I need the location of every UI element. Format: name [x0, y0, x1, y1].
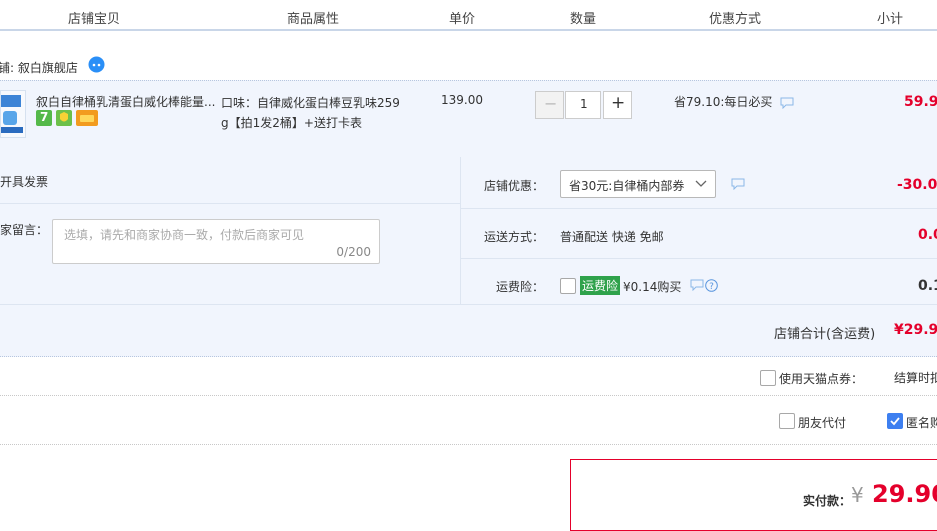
payment-currency: ¥ [851, 483, 864, 507]
checkmark-icon [890, 417, 900, 426]
anonymous-purchase-label: 匿名购 [906, 416, 937, 430]
column-header-quantity: 数量 [570, 12, 597, 27]
settlement-deduct-label: 结算时扣 [894, 371, 937, 385]
tmall-points-checkbox[interactable] [760, 370, 776, 386]
promo-info-chat-icon[interactable] [780, 97, 794, 109]
promotion-text: 省79.10:每日必买 [674, 95, 773, 109]
payment-label: 实付款： [803, 494, 852, 508]
friend-pay-checkbox[interactable] [779, 413, 795, 429]
shop-total-amount: ¥29.9 [894, 322, 937, 338]
item-subtotal: 59.9 [904, 94, 937, 110]
payment-amount: 29.90 [872, 480, 937, 508]
message-char-counter: 0/200 [336, 245, 371, 259]
product-attribute-line-1: 口味：自律威化蛋白棒豆乳味259 [221, 96, 400, 110]
shipping-method: 普通配送 快递 免邮 [560, 230, 664, 244]
shop-discount-amount: -30.0 [897, 177, 937, 193]
shipping-insurance-tag: 运费险 [580, 276, 621, 295]
shop-name[interactable]: 铺: 叙白旗舰店 [0, 59, 78, 76]
header-divider [823, 26, 825, 29]
form-row-divider [461, 258, 937, 259]
column-header-item: 店铺宝贝 [68, 12, 121, 27]
shipping-insurance-amount: 0.1 [918, 278, 937, 294]
product-thumbnail[interactable] [0, 90, 26, 138]
form-row-divider [461, 208, 937, 209]
quantity-value: 1 [580, 97, 588, 111]
shipping-label: 运送方式： [484, 230, 545, 244]
svg-text:?: ? [709, 282, 714, 292]
seven-day-return-icon: 7 [36, 110, 52, 126]
header-divider [643, 26, 645, 29]
discount-info-chat-icon[interactable] [731, 178, 745, 190]
quantity-plus-button[interactable]: + [603, 91, 632, 119]
shop-total-label: 店铺合计(含运费) [774, 327, 876, 342]
form-column-divider [460, 157, 461, 304]
minus-label: − [544, 94, 558, 113]
friend-pay-label: 朋友代付 [798, 416, 847, 430]
product-title[interactable]: 叙白自律桶乳清蛋白威化棒能量... [36, 93, 215, 110]
unit-price: 139.00 [441, 93, 483, 107]
shipping-insurance-checkbox[interactable] [560, 278, 576, 294]
header-divider [521, 26, 523, 29]
column-header-unit-price: 单价 [449, 12, 476, 27]
quantity-minus-button[interactable]: − [535, 91, 564, 119]
anonymous-purchase-checkbox[interactable] [887, 413, 903, 429]
insurance-chat-icon[interactable] [690, 279, 704, 291]
shipping-insurance-price: ¥0.14购买 [623, 280, 682, 294]
options-divider [0, 444, 937, 445]
shipping-insurance-label: 运费险： [496, 280, 545, 294]
guarantee-icon [56, 110, 72, 126]
invoice-label[interactable]: 开具发票 [0, 173, 48, 190]
options-divider [0, 395, 937, 396]
column-header-subtotal: 小计 [877, 12, 904, 27]
help-question-icon[interactable]: ? [705, 279, 718, 292]
tmall-points-label: 使用天猫点券： [779, 372, 864, 386]
form-row-divider [0, 304, 937, 305]
seller-message-textarea[interactable]: 选填，请先和商家协商一致，付款后商家可见 0/200 [52, 219, 380, 264]
shop-discount-selected: 省30元:自律桶内部券 [569, 179, 685, 193]
column-header-discount: 优惠方式 [709, 12, 762, 27]
shipping-amount: 0.0 [918, 227, 937, 243]
shop-discount-label: 店铺优惠： [484, 179, 545, 193]
credit-card-icon [76, 110, 98, 126]
message-label: 卖家留言： [0, 223, 49, 237]
shop-discount-select[interactable]: 省30元:自律桶内部券 [560, 170, 716, 198]
product-attribute-line-2: g【拍1发2桶】+送打卡表 [221, 116, 362, 130]
chevron-down-icon [695, 180, 707, 187]
seller-message-placeholder: 选填，请先和商家协商一致，付款后商家可见 [64, 228, 305, 242]
plus-label: + [611, 93, 626, 113]
quantity-input[interactable]: 1 [565, 91, 601, 119]
form-row-divider [0, 203, 460, 204]
item-row [0, 80, 937, 157]
wangwang-chat-icon[interactable] [88, 56, 105, 73]
column-header-attributes: 商品属性 [287, 12, 340, 27]
header-divider [402, 26, 404, 29]
